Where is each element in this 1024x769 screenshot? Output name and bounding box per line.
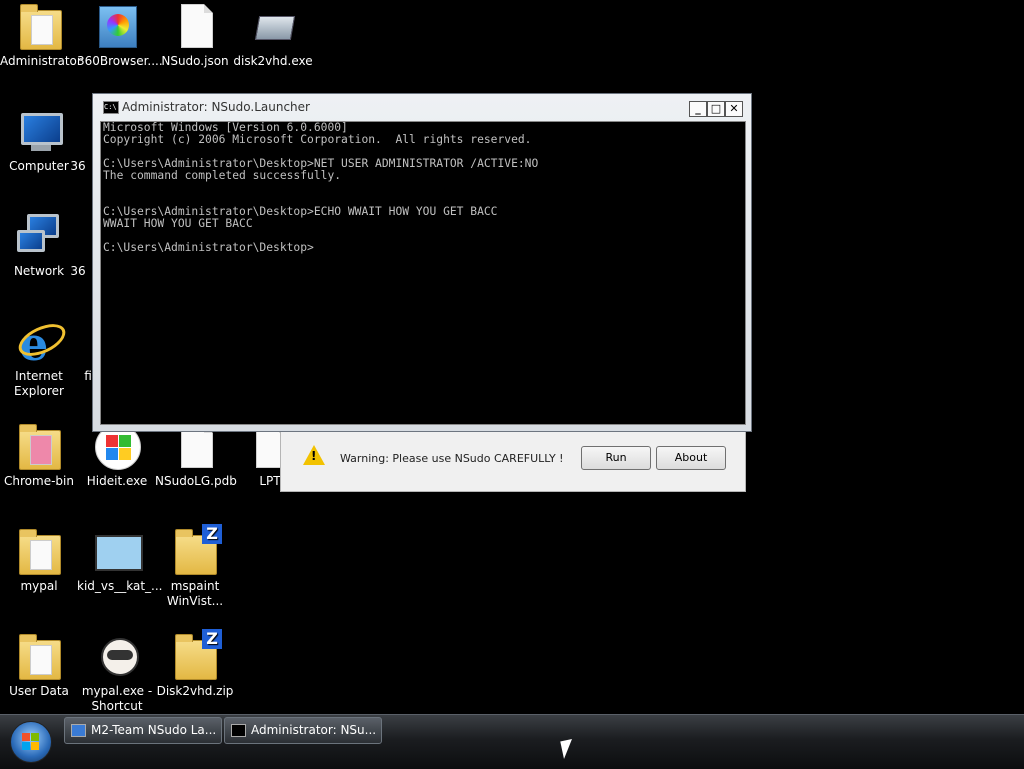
- app-window-icon: [71, 724, 86, 737]
- window-title: Administrator: NSudo.Launcher: [122, 100, 310, 114]
- command-prompt-window[interactable]: C:\ Administrator: NSudo.Launcher _ □ ✕ …: [92, 93, 752, 432]
- desktop-icon-label-line2: Shortcut: [91, 699, 143, 713]
- desktop-icon-label: Chrome-bin: [4, 474, 74, 488]
- desktop-icon-disk2vhd-exe[interactable]: disk2vhd.exe: [233, 2, 313, 69]
- warning-text: Warning: Please use NSudo CAREFULLY !: [340, 452, 564, 465]
- taskbar-button-label: Administrator: NSu...: [251, 723, 377, 737]
- desktop-icon-label: mspaint: [170, 579, 220, 593]
- about-button[interactable]: About: [656, 446, 726, 470]
- zip-folder-icon: [171, 524, 222, 575]
- desktop-icon-360browser[interactable]: 360Browser....: [77, 2, 163, 69]
- windows-flag-icon: [22, 733, 40, 751]
- picture-icon: [93, 527, 143, 575]
- nsudo-launcher-dialog: Warning: Please use NSudo CAREFULLY ! Ru…: [280, 430, 746, 492]
- zip-folder-icon: [171, 629, 222, 680]
- desktop-icon-label: kid_vs__kat_...: [77, 579, 163, 593]
- taskbar-button-command-prompt[interactable]: Administrator: NSu...: [224, 717, 382, 744]
- desktop-icon-label: Disk2vhd.zip: [156, 684, 234, 698]
- desktop-icon-label: Hideit.exe: [86, 474, 148, 488]
- desktop-icon-hideit[interactable]: Hideit.exe: [77, 422, 157, 489]
- desktop-icon-chrome-bin[interactable]: Chrome-bin: [0, 422, 79, 489]
- folder-icon: [15, 632, 63, 680]
- minimize-button[interactable]: _: [689, 101, 707, 117]
- desktop-icon-user-data[interactable]: User Data: [0, 632, 79, 699]
- desktop-icon-administrator[interactable]: Administrator: [0, 2, 82, 69]
- desktop-icon-label: disk2vhd.exe: [233, 54, 313, 68]
- folder-icon: [15, 422, 63, 470]
- folder-icon: [15, 527, 63, 575]
- desktop-icon-label: NSudoLG.pdb: [155, 474, 237, 488]
- desktop-icon-kid-vs-kat[interactable]: kid_vs__kat_...: [77, 527, 163, 594]
- close-button[interactable]: ✕: [725, 101, 743, 117]
- desktop-icon-nsudo-json[interactable]: NSudo.json: [155, 2, 235, 69]
- taskbar: M2-Team NSudo La... Administrator: NSu..…: [0, 714, 1024, 769]
- taskbar-button-label: M2-Team NSudo La...: [91, 723, 217, 737]
- warning-icon: [303, 445, 325, 465]
- desktop-icon-label: mypal.exe -: [81, 684, 153, 698]
- raccoon-icon: [93, 632, 141, 680]
- desktop-icon-label: NSudo.json: [161, 54, 229, 68]
- desktop-icon-label-line2: Explorer: [14, 384, 64, 398]
- desktop-icon-mspaint-zip[interactable]: mspaint WinVist...: [155, 524, 235, 609]
- console-icon: C:\: [103, 101, 119, 114]
- taskbar-button-nsudo-launcher[interactable]: M2-Team NSudo La...: [64, 717, 222, 744]
- console-line: The command completed successfully.: [103, 169, 342, 182]
- console-prompt: C:\Users\Administrator\Desktop>: [103, 241, 314, 254]
- maximize-button[interactable]: □: [707, 101, 725, 117]
- start-button[interactable]: [10, 721, 52, 763]
- console-line: Copyright (c) 2006 Microsoft Corporation…: [103, 133, 532, 146]
- run-button[interactable]: Run: [581, 446, 651, 470]
- desktop-icon-label: 360Browser....: [77, 54, 163, 68]
- desktop-icon-disk2vhd-zip[interactable]: Disk2vhd.zip: [155, 629, 235, 699]
- installer-box-icon: [93, 2, 141, 50]
- console-icon: [231, 724, 246, 737]
- desktop-icon-mypal[interactable]: mypal: [0, 527, 79, 594]
- desktop-icon-label: mypal: [20, 579, 58, 593]
- drive-icon: [249, 2, 297, 50]
- desktop-icon-label: User Data: [9, 684, 69, 698]
- console-line: WWAIT HOW YOU GET BACC: [103, 217, 253, 230]
- file-icon: [171, 2, 219, 50]
- desktop-icon-label-line2: WinVist...: [166, 594, 224, 608]
- internet-explorer-icon: e: [13, 317, 71, 371]
- desktop-icon-mypal-shortcut[interactable]: mypal.exe - Shortcut: [77, 632, 157, 714]
- console-output[interactable]: Microsoft Windows [Version 6.0.6000] Cop…: [100, 121, 746, 425]
- desktop-icon-nsudolg-pdb[interactable]: NSudoLG.pdb: [155, 422, 237, 489]
- desktop-icon-label: Administrator: [0, 54, 82, 68]
- window-titlebar[interactable]: C:\ Administrator: NSudo.Launcher: [101, 98, 661, 116]
- folder-icon: [16, 2, 64, 50]
